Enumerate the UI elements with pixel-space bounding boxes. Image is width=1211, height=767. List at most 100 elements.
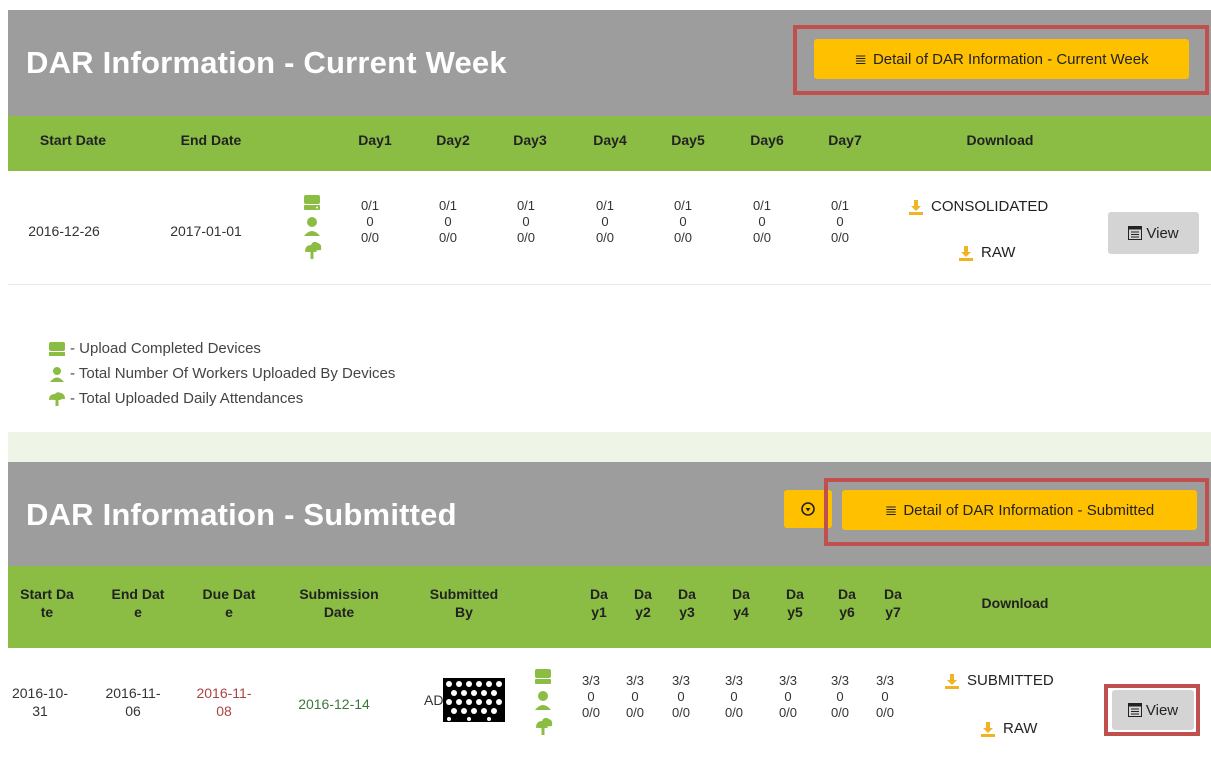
download-circle-icon — [801, 502, 815, 516]
cw-row-icons — [302, 194, 322, 266]
submitted-table-header: Start Da te End Dat e Due Dat e Submission D… — [8, 566, 1211, 648]
top-strip — [0, 0, 1211, 10]
th-sub-due-date: Due Dat e — [202, 586, 256, 620]
sub-day6: 3/3 0 0/0 — [830, 673, 850, 720]
sub-start-date: 2016-10- 31 — [11, 685, 69, 719]
current-week-header: DAR Information - Current Week ≣ Detail … — [8, 10, 1211, 116]
cw-day6-devices: 0/1 — [752, 198, 772, 213]
user-icon — [304, 217, 320, 236]
download-consolidated-label: CONSOLIDATED — [931, 198, 1049, 215]
sub-day7: 3/3 0 0/0 — [875, 673, 895, 720]
legend-devices-label: - Upload Completed Devices — [70, 340, 261, 357]
map-background — [8, 432, 1211, 464]
highlight-box-view — [1104, 684, 1200, 736]
th-day4: Day4 — [593, 132, 627, 148]
th-day2: Day2 — [436, 132, 470, 148]
sub-day5: 3/3 0 0/0 — [778, 673, 798, 720]
legend-workers: - Total Number Of Workers Uploaded By De… — [48, 365, 395, 382]
cw-day2: 0/1 0 0/0 — [433, 198, 463, 246]
th-day7: Day7 — [828, 132, 862, 148]
th-day3: Day3 — [513, 132, 547, 148]
legend-attendance: - Total Uploaded Daily Attendances — [48, 390, 303, 407]
current-week-title: DAR Information - Current Week — [26, 45, 507, 80]
download-submitted-link[interactable]: SUBMITTED — [944, 672, 1054, 689]
th-sub-start-date: Start Da te — [20, 586, 74, 620]
th-download: Download — [966, 132, 1034, 148]
cw-day7-workers: 0 — [836, 214, 844, 229]
cw-day2-workers: 0 — [444, 214, 452, 229]
cw-end-date: 2017-01-01 — [170, 223, 242, 239]
cloud-upload-icon — [49, 391, 65, 406]
submitted-header: DAR Information - Submitted ≣ Detail of … — [8, 462, 1211, 566]
cw-day1-workers: 0 — [366, 214, 374, 229]
sub-day2: 3/3 0 0/0 — [625, 673, 645, 720]
sub-submitted-by: AD — [424, 678, 520, 722]
user-icon — [50, 366, 64, 382]
download-raw-link[interactable]: RAW — [958, 244, 1015, 261]
download-consolidated-link[interactable]: CONSOLIDATED — [908, 198, 1048, 215]
cw-day4-devices: 0/1 — [595, 198, 615, 213]
cw-start-date: 2016-12-26 — [28, 223, 100, 239]
cw-day7-attendance: 0/0 — [830, 230, 850, 245]
cw-day3-attendance: 0/0 — [516, 230, 536, 245]
cw-day2-attendance: 0/0 — [438, 230, 458, 245]
download-icon — [909, 199, 923, 215]
th-sub-day2: Da y2 — [634, 586, 652, 620]
sub-day3: 3/3 0 0/0 — [671, 673, 691, 720]
download-raw-label: RAW — [981, 244, 1016, 261]
cw-day3: 0/1 0 0/0 — [511, 198, 541, 246]
th-day5: Day5 — [671, 132, 705, 148]
download-icon — [981, 721, 995, 737]
table-icon — [1128, 226, 1143, 240]
th-sub-submitted-by: Submitted By — [429, 586, 499, 620]
sub-row-icons — [532, 668, 554, 742]
th-sub-download: Download — [981, 595, 1049, 611]
download-raw-submitted-link[interactable]: RAW — [980, 720, 1037, 737]
cw-day5: 0/1 0 0/0 — [668, 198, 698, 246]
cw-day2-devices: 0/1 — [438, 198, 458, 213]
th-sub-day5: Da y5 — [786, 586, 804, 620]
redacted-name-pattern — [443, 678, 506, 722]
sub-due-date: 2016-11- 08 — [196, 685, 252, 719]
th-day1: Day1 — [358, 132, 392, 148]
submitted-title: DAR Information - Submitted — [26, 497, 457, 532]
submitted-by-text: AD — [424, 692, 444, 708]
cw-day7-devices: 0/1 — [830, 198, 850, 213]
cw-day6: 0/1 0 0/0 — [747, 198, 777, 246]
cw-day1-devices: 0/1 — [360, 198, 380, 213]
download-icon — [959, 245, 973, 261]
cw-day4: 0/1 0 0/0 — [590, 198, 620, 246]
cw-view-label: View — [1146, 224, 1179, 242]
cw-day4-workers: 0 — [601, 214, 609, 229]
th-end-date: End Date — [180, 132, 242, 148]
download-raw-submitted-label: RAW — [1003, 720, 1038, 737]
cw-day1-attendance: 0/0 — [360, 230, 380, 245]
current-week-table-header: Start Date End Date Day1 Day2 Day3 Day4 … — [8, 116, 1211, 171]
cw-day7: 0/1 0 0/0 — [825, 198, 855, 246]
cw-view-button[interactable]: View — [1108, 212, 1199, 254]
cw-day5-devices: 0/1 — [673, 198, 693, 213]
drive-icon — [304, 195, 320, 210]
cw-day3-devices: 0/1 — [516, 198, 536, 213]
download-submitted-label: SUBMITTED — [967, 672, 1054, 689]
th-sub-day1: Da y1 — [590, 586, 608, 620]
th-sub-day4: Da y4 — [732, 586, 750, 620]
legend-workers-label: - Total Number Of Workers Uploaded By De… — [70, 365, 396, 382]
cw-day1: 0/1 0 0/0 — [355, 198, 385, 246]
highlight-box-current-week — [793, 25, 1209, 95]
cw-day5-attendance: 0/0 — [673, 230, 693, 245]
cw-day4-attendance: 0/0 — [595, 230, 615, 245]
th-sub-day3: Da y3 — [678, 586, 696, 620]
download-icon — [945, 673, 959, 689]
legend-attendance-label: - Total Uploaded Daily Attendances — [70, 390, 304, 407]
sub-submission-date: 2016-12-14 — [298, 696, 370, 712]
th-day6: Day6 — [750, 132, 784, 148]
highlight-box-submitted — [824, 478, 1209, 546]
cloud-upload-icon — [536, 717, 553, 735]
drive-icon — [49, 341, 65, 356]
th-start-date: Start Date — [39, 132, 107, 148]
cw-day6-attendance: 0/0 — [752, 230, 772, 245]
th-sub-day7: Da y7 — [884, 586, 902, 620]
cw-day6-workers: 0 — [758, 214, 766, 229]
cw-day3-workers: 0 — [522, 214, 530, 229]
